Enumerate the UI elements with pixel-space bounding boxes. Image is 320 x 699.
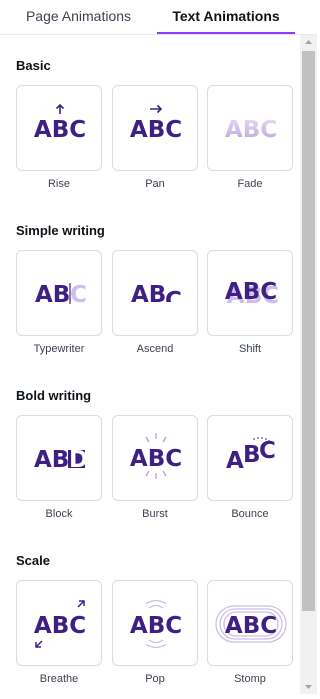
animation-card-rise[interactable]: ABC — [16, 85, 102, 171]
animation-card-shift[interactable]: ABC ABC — [207, 250, 293, 336]
tab-text-animations[interactable]: Text Animations — [157, 0, 295, 34]
svg-text:A: A — [226, 448, 244, 474]
breathe-preview-icon: ABC — [34, 600, 86, 648]
animation-card-burst[interactable]: ABC — [112, 415, 198, 501]
svg-text:C: C — [165, 288, 182, 314]
preview-text: ABC — [225, 613, 277, 639]
stomp-preview-icon: ABC — [215, 605, 287, 643]
preview-text: ABC — [130, 446, 182, 472]
animation-card-stomp[interactable]: ABC — [207, 580, 293, 666]
animation-label-stomp: Stomp — [234, 673, 266, 685]
preview-text: ABC — [225, 279, 277, 305]
preview-text: ABC — [130, 117, 182, 143]
animation-card-block[interactable]: AB D — [16, 415, 102, 501]
section-title-basic: Basic — [16, 58, 51, 73]
svg-text:C: C — [70, 282, 87, 308]
ascend-preview-icon: AB C — [131, 282, 182, 314]
shift-preview-icon: ABC ABC — [225, 279, 279, 309]
panel-scrollbar[interactable] — [300, 35, 317, 694]
preview-text: ABC — [130, 613, 182, 639]
svg-text:D: D — [69, 447, 88, 473]
animation-card-ascend[interactable]: AB C — [112, 250, 198, 336]
preview-text: ABC — [225, 117, 277, 143]
text-animations-panel: Basic ABC Rise ABC Pan ABC Fade Simple w… — [0, 35, 300, 694]
animation-card-fade[interactable]: ABC — [207, 85, 293, 171]
animation-tabs: Page Animations Text Animations — [0, 0, 317, 34]
pop-preview-icon: ABC — [130, 599, 182, 649]
section-title-simple-writing: Simple writing — [16, 223, 105, 238]
animation-label-ascend: Ascend — [136, 343, 174, 355]
animation-label-block: Block — [45, 508, 73, 520]
burst-preview-icon: ABC — [130, 433, 182, 479]
animation-label-bounce: Bounce — [231, 508, 269, 520]
svg-text:C: C — [259, 438, 276, 464]
scrollbar-thumb[interactable] — [302, 51, 315, 611]
animation-label-burst: Burst — [142, 508, 168, 520]
svg-text:AB: AB — [35, 282, 70, 308]
animation-label-shift: Shift — [238, 343, 261, 355]
section-title-scale: Scale — [16, 553, 50, 568]
section-title-bold-writing: Bold writing — [16, 388, 92, 403]
animation-card-bounce[interactable]: A B C — [207, 415, 293, 501]
animation-label-typewriter: Typewriter — [33, 343, 85, 355]
animation-card-breathe[interactable]: ABC — [16, 580, 102, 666]
preview-text: ABC — [34, 117, 86, 143]
svg-text:B: B — [243, 442, 261, 468]
typewriter-preview-icon: AB C — [35, 282, 87, 308]
animation-card-typewriter[interactable]: AB C — [16, 250, 102, 336]
scroll-down-arrow-icon[interactable] — [300, 680, 317, 694]
animation-label-breathe: Breathe — [39, 673, 79, 685]
svg-text:AB: AB — [34, 447, 69, 473]
preview-text: ABC — [34, 613, 86, 639]
animation-card-pan[interactable]: ABC — [112, 85, 198, 171]
pan-preview-icon: ABC — [130, 104, 182, 143]
animation-label-pan: Pan — [145, 178, 165, 190]
rise-preview-icon: ABC — [34, 103, 86, 143]
scroll-up-arrow-icon[interactable] — [300, 35, 317, 49]
animation-label-fade: Fade — [237, 178, 263, 190]
fade-preview-icon: ABC — [225, 117, 277, 143]
animation-card-pop[interactable]: ABC — [112, 580, 198, 666]
animation-label-rise: Rise — [47, 178, 70, 190]
svg-text:AB: AB — [131, 282, 166, 308]
tab-page-animations[interactable]: Page Animations — [0, 0, 157, 34]
bounce-preview-icon: A B C — [226, 437, 276, 474]
animation-label-pop: Pop — [145, 673, 165, 685]
block-preview-icon: AB D — [34, 447, 88, 473]
